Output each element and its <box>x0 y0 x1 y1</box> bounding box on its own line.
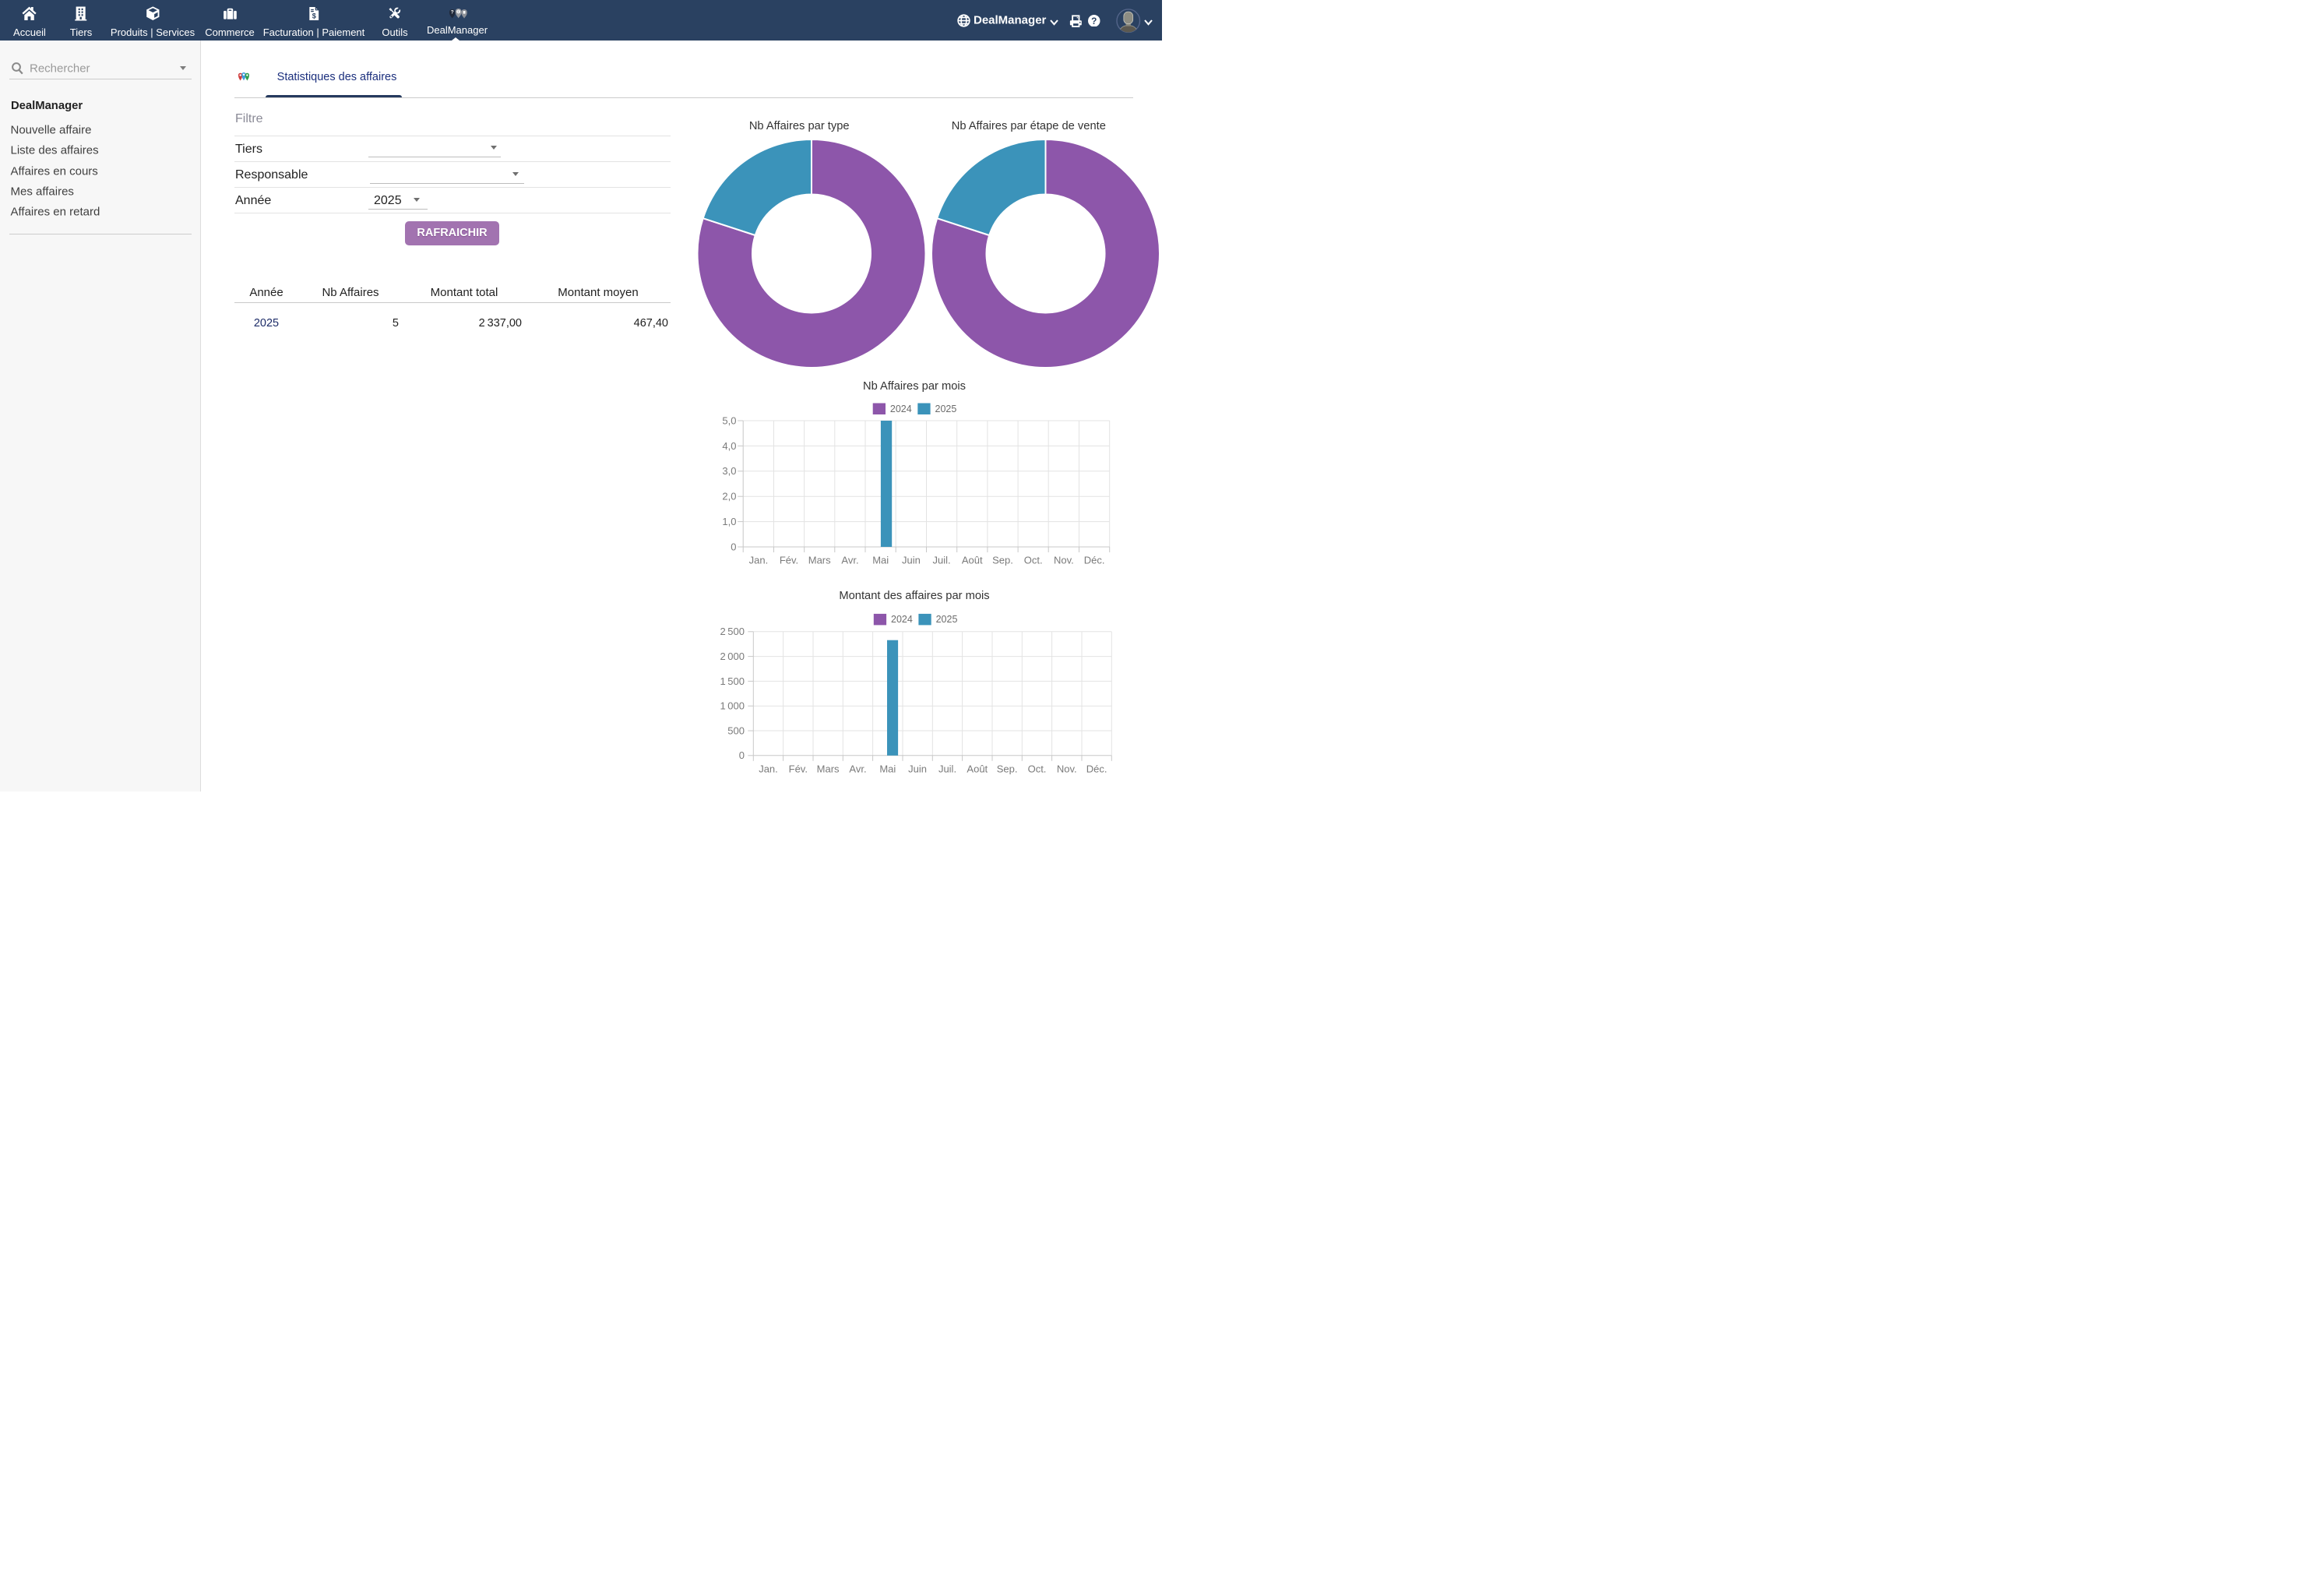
svg-text:Jan.: Jan. <box>749 555 769 566</box>
svg-text:Déc.: Déc. <box>1084 555 1105 566</box>
svg-text:Oct.: Oct. <box>1028 763 1047 774</box>
svg-text:Sep.: Sep. <box>997 763 1018 774</box>
svg-text:2025: 2025 <box>935 404 957 414</box>
svg-text:1 500: 1 500 <box>720 675 745 687</box>
svg-text:2 500: 2 500 <box>720 626 745 637</box>
svg-text:Montant des affaires par mois: Montant des affaires par mois <box>839 590 989 602</box>
svg-text:5,0: 5,0 <box>722 414 736 426</box>
svg-text:Mars: Mars <box>817 763 840 774</box>
svg-text:Nov.: Nov. <box>1057 763 1077 774</box>
svg-text:500: 500 <box>727 725 745 736</box>
svg-text:0: 0 <box>739 749 745 761</box>
svg-text:Juin: Juin <box>908 763 927 774</box>
svg-text:?: ? <box>1091 16 1097 26</box>
svg-text:Avr.: Avr. <box>841 555 858 566</box>
svg-text:3,0: 3,0 <box>722 465 736 477</box>
svg-text:Jan.: Jan. <box>759 763 778 774</box>
svg-text:?: ? <box>450 10 453 16</box>
svg-text:2024: 2024 <box>891 614 913 625</box>
svg-text:2025: 2025 <box>936 614 958 625</box>
svg-text:Nb Affaires par mois: Nb Affaires par mois <box>863 380 966 393</box>
svg-text:Juin: Juin <box>902 555 921 566</box>
svg-text:Juil.: Juil. <box>938 763 956 774</box>
svg-text:Déc.: Déc. <box>1086 763 1107 774</box>
svg-text:Nb Affaires par étape de vente: Nb Affaires par étape de vente <box>952 120 1106 132</box>
svg-text:Oct.: Oct. <box>1024 555 1043 566</box>
svg-text:Août: Août <box>967 763 988 774</box>
svg-text:Fév.: Fév. <box>780 555 798 566</box>
svg-text:2,0: 2,0 <box>722 491 736 502</box>
svg-text:2024: 2024 <box>890 404 912 414</box>
svg-text:Nb Affaires par type: Nb Affaires par type <box>749 120 850 132</box>
svg-text:Sep.: Sep. <box>992 555 1013 566</box>
svg-text:4,0: 4,0 <box>722 440 736 452</box>
svg-text:Fév.: Fév. <box>789 763 808 774</box>
svg-text:Août: Août <box>962 555 983 566</box>
svg-text:1 000: 1 000 <box>720 700 745 712</box>
svg-text:2 000: 2 000 <box>720 650 745 662</box>
svg-text:Nov.: Nov. <box>1054 555 1074 566</box>
svg-text:Mai: Mai <box>879 763 896 774</box>
svg-text:$: $ <box>312 12 315 19</box>
svg-text:Juil.: Juil. <box>933 555 951 566</box>
svg-text:Avr.: Avr. <box>849 763 866 774</box>
svg-text:0: 0 <box>731 541 736 552</box>
svg-text:Mai: Mai <box>872 555 889 566</box>
svg-text:Mars: Mars <box>808 555 831 566</box>
svg-text:1,0: 1,0 <box>722 516 736 527</box>
